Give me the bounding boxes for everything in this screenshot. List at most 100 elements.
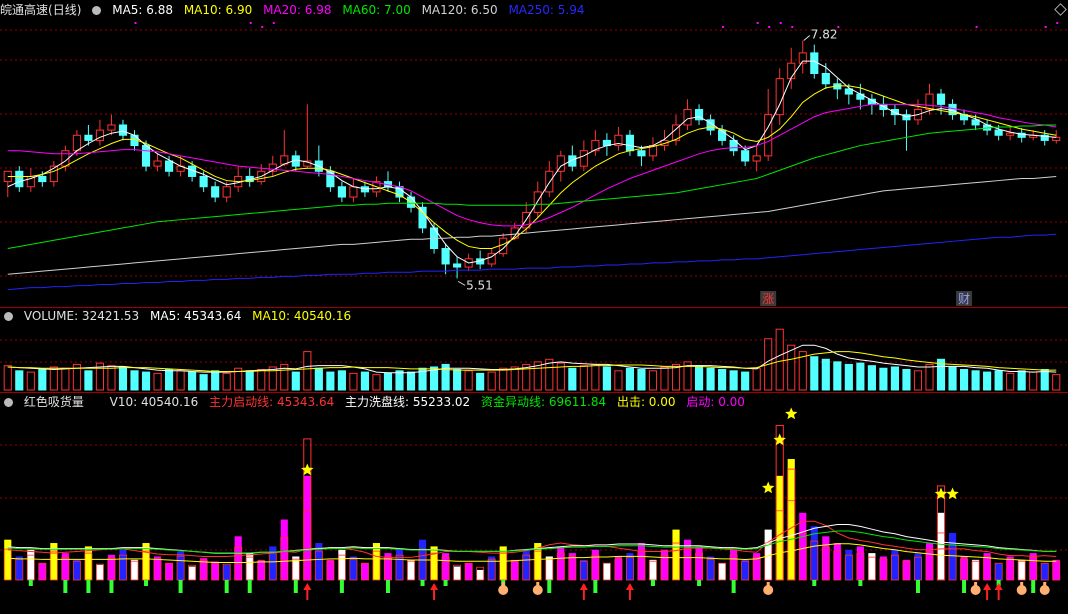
indicator-bar (84, 546, 92, 580)
candle-body (453, 263, 462, 268)
candle-body (856, 93, 865, 100)
indicator-bar (4, 539, 12, 580)
indicator-neg-bar (224, 580, 229, 593)
indicator-bar (38, 563, 46, 580)
candle-body (683, 109, 692, 126)
indicator-neg-bar (247, 580, 252, 593)
volume-bar (591, 363, 600, 391)
indicator-neg-bar (293, 580, 298, 593)
indicator-neg-bar (339, 580, 344, 593)
candle-body (337, 186, 346, 198)
volume-bar (61, 367, 70, 391)
volume-bar (141, 371, 151, 391)
volume-bar (15, 370, 24, 391)
volume-bar (118, 366, 128, 391)
indicator-bar (338, 549, 346, 580)
indicator-neg-bar (1031, 580, 1036, 593)
indicator-bar (603, 563, 611, 580)
indicator-bar (1052, 559, 1060, 580)
indicator-bar (856, 546, 864, 580)
indicator-bar (130, 559, 139, 580)
candle-body (741, 150, 750, 162)
indicator-bar (453, 566, 461, 580)
indicator-bar (465, 563, 473, 580)
volume-bar (130, 370, 139, 391)
indicator-bar (707, 556, 715, 580)
indicator-bar (269, 546, 277, 580)
candle-body (1052, 136, 1061, 141)
indicator-bar (476, 569, 484, 580)
indicator-neg-bar (28, 580, 33, 586)
low-marker (457, 280, 466, 286)
indicator-bar (960, 556, 968, 580)
indicator-neg-bar (144, 580, 149, 586)
arrow-up-icon (430, 583, 439, 590)
volume-bar (844, 363, 853, 391)
volume-bar (833, 361, 842, 391)
indicator-bar (902, 559, 911, 580)
indicator-neg-bar (63, 580, 68, 593)
volume-bar (164, 369, 174, 391)
chart-canvas[interactable]: 7.82 5.51 涨 财 (0, 0, 1068, 614)
volume-bar (291, 371, 300, 391)
volume-bar (602, 366, 611, 391)
volume-bar (510, 366, 519, 391)
indicator-bar (234, 536, 242, 580)
volume-bar (464, 370, 473, 391)
volume-bar (406, 371, 416, 391)
zjyd-line (7, 530, 1057, 554)
candle-body (199, 175, 208, 188)
indicator-bar (257, 559, 265, 580)
hand-icon (536, 582, 540, 589)
indicator-bar (188, 566, 196, 580)
volume-bar (49, 366, 58, 391)
volume-bar (971, 370, 980, 391)
candle-body (925, 93, 934, 111)
signal-dot (722, 26, 725, 28)
indicator-bar (591, 549, 599, 580)
volume-bar (729, 370, 738, 391)
volume-bar (349, 372, 358, 391)
price-panel (3, 22, 1061, 306)
indicator-bar (741, 559, 749, 580)
indicator-bar (557, 546, 565, 580)
indicator-bar (787, 459, 795, 580)
candle-body (164, 160, 174, 172)
volume-bar (959, 369, 969, 391)
indicator-neg-bar (697, 580, 702, 586)
volume-bar (245, 370, 254, 391)
low-price-label: 5.51 (466, 278, 493, 292)
volume-bar (487, 371, 496, 391)
volume-bar (637, 369, 646, 391)
candle-body (752, 155, 761, 162)
candle-body (107, 124, 116, 131)
arrow-up-icon (983, 583, 992, 590)
indicator-bar (580, 559, 588, 580)
candle-body (15, 170, 24, 188)
candle-body (936, 93, 946, 105)
ma250-line (7, 233, 1057, 291)
indicator-bar (1018, 559, 1026, 580)
indicator-bar (280, 519, 288, 580)
high-marker (803, 35, 811, 41)
volume-bar (453, 369, 462, 391)
indicator-bar (165, 563, 173, 580)
indicator-bar (407, 559, 415, 580)
volume-bar (741, 371, 750, 391)
indicator-bar (891, 549, 899, 580)
signal-dot (975, 26, 978, 28)
signal-dot (1056, 22, 1059, 24)
indicator-bar (223, 564, 231, 580)
indicator-panel (3, 407, 1061, 600)
signal-dot (768, 26, 771, 28)
indicator-bar (177, 551, 185, 580)
volume-bar (867, 365, 876, 391)
indicator-neg-bar (109, 580, 114, 593)
volume-bar (902, 369, 911, 391)
indicator-bar (27, 549, 35, 580)
volume-bar (188, 371, 197, 391)
indicator-bar (637, 543, 646, 580)
zlqd-line (7, 520, 1057, 558)
volume-bar (614, 370, 623, 391)
high-price-label: 7.82 (811, 28, 838, 42)
